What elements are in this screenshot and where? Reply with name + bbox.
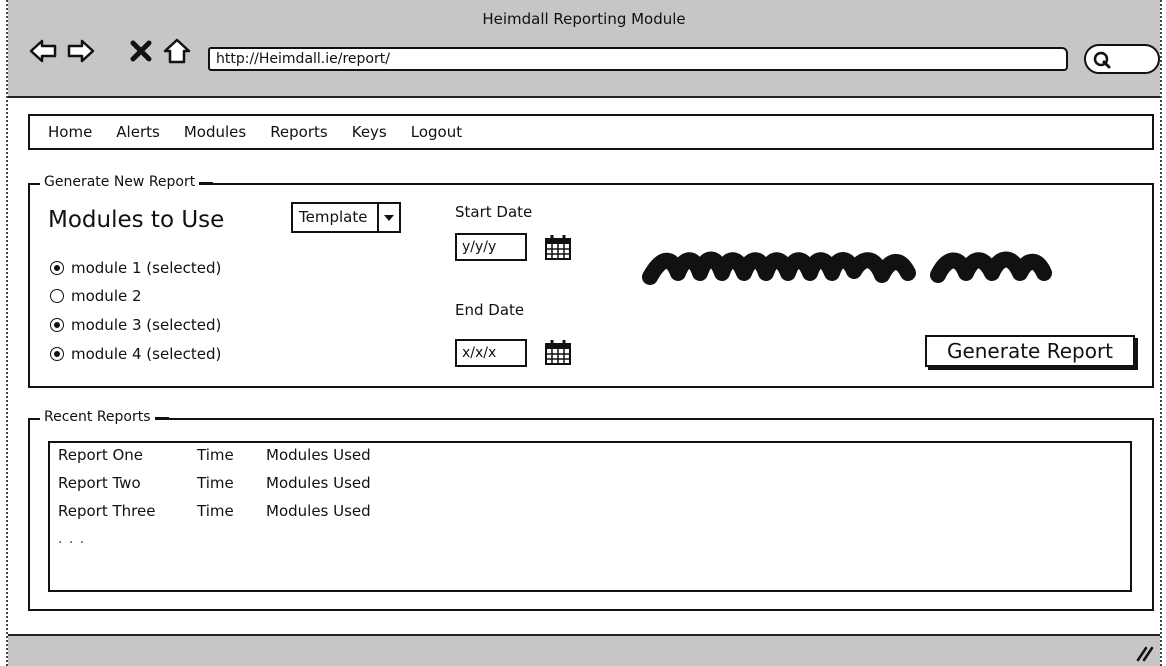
start-date-label: Start Date [455,203,533,221]
generate-report-button[interactable]: Generate Report [925,335,1135,367]
redacted-scribble [642,251,1052,285]
menu-item-keys[interactable]: Keys [352,123,387,141]
window-title: Heimdall Reporting Module [482,10,686,28]
list-item[interactable]: Report One Time Modules Used [58,446,371,464]
template-select[interactable]: Template [291,202,401,233]
search-icon [1093,51,1111,69]
arrow-right-icon [67,39,95,63]
radio-button[interactable] [50,347,64,361]
menu-item-reports[interactable]: Reports [270,123,328,141]
template-select-value: Template [299,208,368,226]
stop-button[interactable] [126,36,156,66]
chevron-down-icon[interactable] [377,204,399,231]
url-text: http://Heimdall.ie/report/ [216,51,390,67]
menu-item-home[interactable]: Home [48,123,92,141]
home-button[interactable] [162,36,192,66]
radio-button[interactable] [50,289,64,303]
menu-item-modules[interactable]: Modules [184,123,246,141]
home-icon [163,38,191,64]
report-modules: Modules Used [266,474,371,492]
arrow-left-icon [29,39,57,63]
report-name: Report Two [58,474,141,492]
calendar-icon[interactable] [543,337,573,367]
menu-item-logout[interactable]: Logout [411,123,462,141]
module-option-1[interactable]: module 1 (selected) [50,259,221,277]
browser-window: Heimdall Reporting Module http://Heimdal… [6,0,1162,666]
main-menu: Home Alerts Modules Reports Keys Logout [28,114,1154,150]
list-item[interactable]: Report Two Time Modules Used [58,474,371,492]
report-name: Report Three [58,502,156,520]
calendar-icon[interactable] [543,232,573,262]
radio-button[interactable] [50,318,64,332]
module-option-3[interactable]: module 3 (selected) [50,316,221,334]
start-date-input[interactable]: y/y/y [455,233,527,261]
recent-reports-panel: Recent Reports Report One Time Modules U… [28,409,1154,611]
resize-grip-icon[interactable] [1134,644,1154,662]
status-bar [8,634,1160,666]
report-name: Report One [58,446,144,464]
recent-reports-list[interactable]: Report One Time Modules Used Report Two … [48,441,1132,592]
module-option-2[interactable]: module 2 [50,287,142,305]
module-label: module 1 (selected) [71,259,222,277]
report-time: Time [197,446,234,464]
module-label: module 3 (selected) [71,316,222,334]
report-modules: Modules Used [266,502,371,520]
address-bar[interactable]: http://Heimdall.ie/report/ [208,47,1068,71]
generate-report-panel: Generate New Report Modules to Use modul… [28,174,1154,388]
search-button[interactable] [1084,44,1160,74]
end-date-input[interactable]: x/x/x [455,339,527,367]
modules-heading: Modules to Use [48,207,225,233]
module-label: module 2 [71,287,142,305]
module-label: module 4 (selected) [71,345,222,363]
close-icon [130,40,152,62]
report-modules: Modules Used [266,446,371,464]
module-option-4[interactable]: module 4 (selected) [50,345,221,363]
browser-chrome: Heimdall Reporting Module http://Heimdal… [8,0,1160,98]
back-button[interactable] [28,36,58,66]
generate-report-legend: Generate New Report [40,174,214,190]
end-date-label: End Date [455,301,525,319]
menu-item-alerts[interactable]: Alerts [116,123,160,141]
report-time: Time [197,474,234,492]
more-indicator: . . . [58,531,86,547]
list-item[interactable]: Report Three Time Modules Used [58,502,371,520]
report-time: Time [197,502,234,520]
radio-button[interactable] [50,261,64,275]
forward-button[interactable] [66,36,96,66]
recent-reports-legend: Recent Reports [40,409,169,425]
